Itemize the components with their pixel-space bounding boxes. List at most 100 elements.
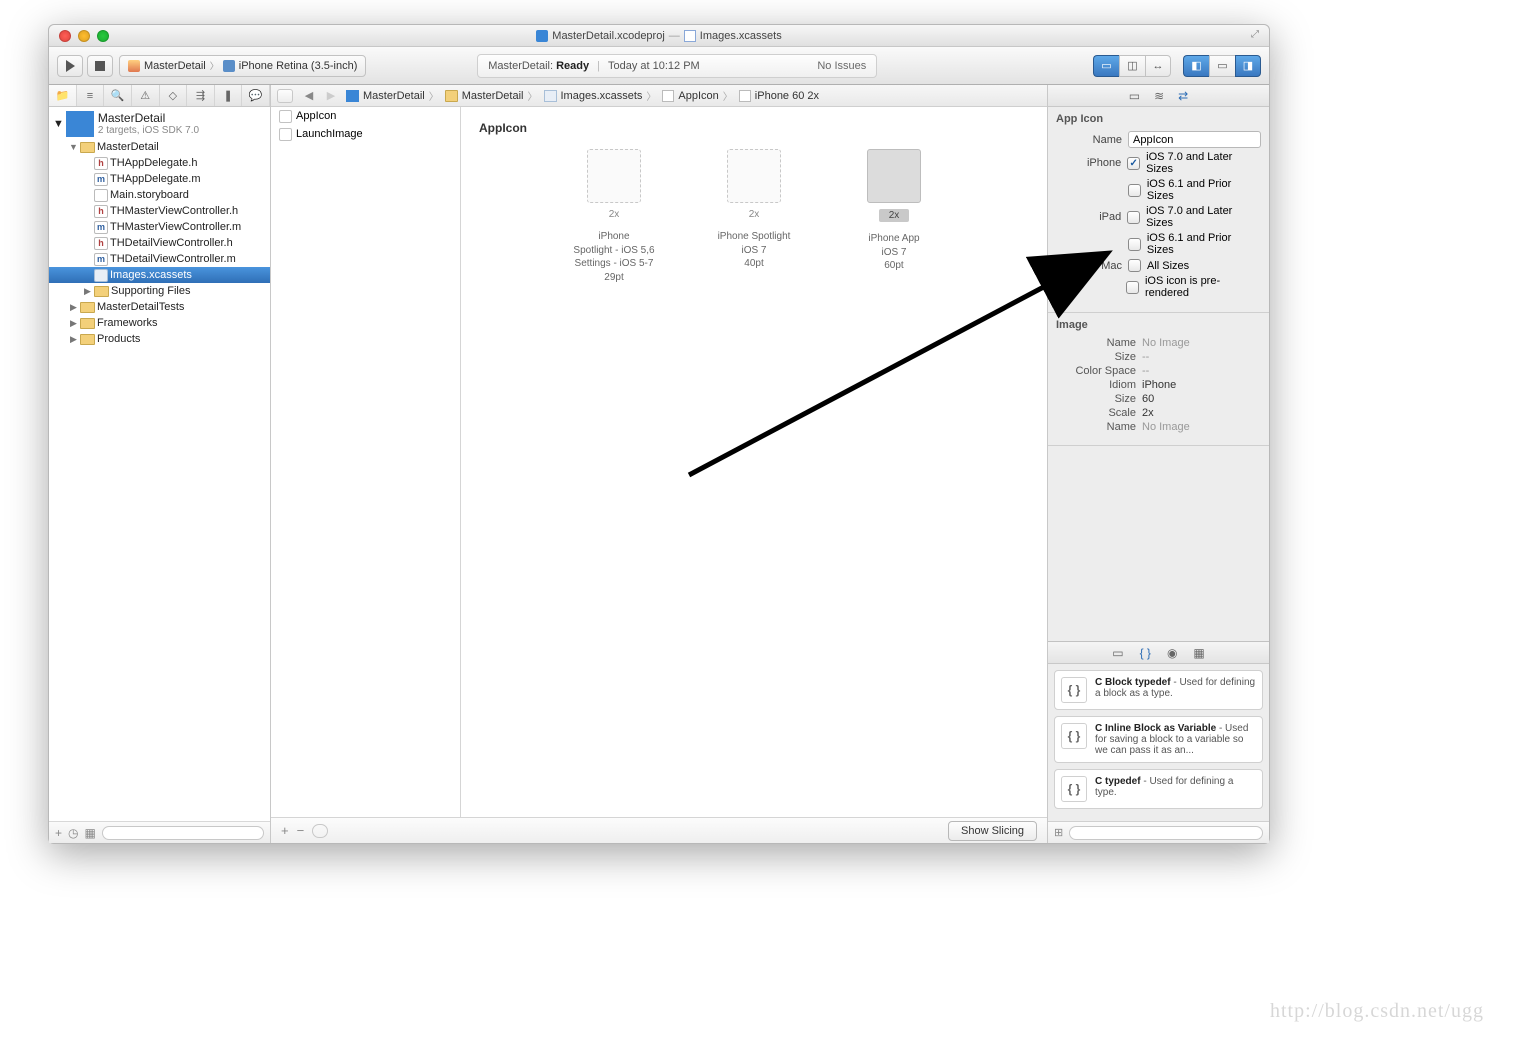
zoom-window-icon[interactable] xyxy=(97,30,109,42)
tree-row[interactable]: ▼MasterDetail xyxy=(49,139,270,155)
mac-allsizes-checkbox[interactable] xyxy=(1128,259,1141,272)
name-field[interactable] xyxy=(1128,131,1261,148)
symbol-navigator-tab[interactable]: ≡ xyxy=(77,85,105,106)
library-filter-field[interactable] xyxy=(1069,826,1263,840)
object-library-tab[interactable]: ◉ xyxy=(1167,646,1177,660)
show-slicing-button[interactable]: Show Slicing xyxy=(948,821,1037,841)
file-inspector-tab[interactable]: ▭ xyxy=(1129,89,1140,103)
disclosure-triangle-icon[interactable]: ▶ xyxy=(83,286,92,297)
image-well[interactable] xyxy=(727,149,781,203)
test-navigator-tab[interactable]: ◇ xyxy=(160,85,188,106)
prerendered-checkbox[interactable] xyxy=(1126,281,1139,294)
jumpbar-item[interactable]: MasterDetail〉 xyxy=(442,88,541,103)
find-navigator-tab[interactable]: 🔍 xyxy=(104,85,132,106)
tree-row[interactable]: mTHAppDelegate.m xyxy=(49,171,270,187)
toggle-debug-button[interactable]: ▭ xyxy=(1209,55,1235,77)
iphone-ios7-checkbox[interactable] xyxy=(1127,157,1140,170)
tree-row[interactable]: hTHAppDelegate.h xyxy=(49,155,270,171)
snippet-item[interactable]: { }C Block typedef - Used for defining a… xyxy=(1054,670,1263,710)
add-asset-icon[interactable]: + xyxy=(281,823,289,838)
box-icon xyxy=(662,90,674,102)
tree-row[interactable]: Main.storyboard xyxy=(49,187,270,203)
back-button[interactable]: ◀ xyxy=(299,89,319,102)
tree-row[interactable]: Images.xcassets xyxy=(49,267,270,283)
jumpbar-item[interactable]: AppIcon〉 xyxy=(659,88,735,103)
quick-help-tab[interactable]: ≋ xyxy=(1154,89,1164,103)
ipad-ios7-checkbox[interactable] xyxy=(1127,211,1140,224)
close-window-icon[interactable] xyxy=(59,30,71,42)
remove-asset-icon[interactable]: − xyxy=(297,823,305,838)
chevron-right-icon: 〉 xyxy=(210,59,219,72)
jump-bar[interactable]: ◀ ▶ MasterDetail〉MasterDetail〉Images.xca… xyxy=(271,85,1047,107)
jumpbar-item[interactable]: iPhone 60 2x xyxy=(736,90,822,102)
grid-icon[interactable]: ⊞ xyxy=(1054,826,1063,839)
scheme-selector[interactable]: MasterDetail 〉 iPhone Retina (3.5-inch) xyxy=(119,55,366,77)
issue-navigator-tab[interactable]: ⚠ xyxy=(132,85,160,106)
m-icon: m xyxy=(94,173,108,186)
disclosure-triangle-icon[interactable]: ▶ xyxy=(69,334,78,345)
assistant-editor-button[interactable]: ◫ xyxy=(1119,55,1145,77)
file-template-tab[interactable]: ▭ xyxy=(1112,646,1123,660)
report-navigator-tab[interactable]: 💬 xyxy=(242,85,270,106)
related-items-button[interactable] xyxy=(277,89,293,103)
tree-row[interactable]: ▶Products xyxy=(49,331,270,347)
image-well[interactable] xyxy=(867,149,921,203)
toggle-navigator-button[interactable]: ◧ xyxy=(1183,55,1209,77)
tree-row[interactable]: ▶MasterDetailTests xyxy=(49,299,270,315)
appicon-header: App Icon xyxy=(1056,113,1261,125)
filter-asset-field[interactable] xyxy=(312,824,328,838)
run-button[interactable] xyxy=(57,55,83,77)
snippet-text: C Block typedef - Used for defining a bl… xyxy=(1095,677,1256,703)
stop-button[interactable] xyxy=(87,55,113,77)
asset-list-item[interactable]: LaunchImage xyxy=(271,125,460,143)
image-well[interactable] xyxy=(587,149,641,203)
recent-icon[interactable]: ◷ xyxy=(68,826,78,840)
iphone-ios61-checkbox[interactable] xyxy=(1128,184,1141,197)
activity-status: MasterDetail: Ready | Today at 10:12 PM … xyxy=(477,54,877,78)
asset-canvas[interactable]: AppIcon 2xiPhoneSpotlight - iOS 5,6Setti… xyxy=(461,107,1047,817)
tree-row[interactable]: hTHDetailViewController.h xyxy=(49,235,270,251)
tree-row[interactable]: ▶Frameworks xyxy=(49,315,270,331)
disclosure-triangle-icon[interactable]: ▼ xyxy=(69,142,78,152)
disclosure-triangle-icon[interactable]: ▶ xyxy=(69,318,78,329)
tree-row[interactable]: ▶Supporting Files xyxy=(49,283,270,299)
disclosure-triangle-icon[interactable]: ▼ xyxy=(53,118,64,130)
tree-row[interactable]: hTHMasterViewController.h xyxy=(49,203,270,219)
minimize-window-icon[interactable] xyxy=(78,30,90,42)
info-value: 2x xyxy=(1142,407,1154,419)
jumpbar-item[interactable]: MasterDetail〉 xyxy=(343,88,442,103)
toggle-utilities-button[interactable]: ◨ xyxy=(1235,55,1261,77)
snippet-item[interactable]: { }C typedef - Used for defining a type. xyxy=(1054,769,1263,809)
scm-icon[interactable]: ▦ xyxy=(85,826,96,840)
jumpbar-label: MasterDetail xyxy=(363,90,425,102)
filter-field[interactable] xyxy=(102,826,264,840)
icon-slot[interactable]: 2xiPhone SpotlightiOS 740pt xyxy=(704,149,804,284)
breakpoint-navigator-tab[interactable]: ❚ xyxy=(215,85,243,106)
disclosure-triangle-icon[interactable]: ▶ xyxy=(69,302,78,313)
folder-icon xyxy=(80,302,95,313)
forward-button[interactable]: ▶ xyxy=(321,89,341,102)
scale-label: 2x xyxy=(749,209,760,220)
tree-item-label: THMasterViewController.m xyxy=(110,221,241,233)
version-editor-button[interactable]: ↔ xyxy=(1145,55,1171,77)
snippet-list[interactable]: { }C Block typedef - Used for defining a… xyxy=(1048,664,1269,821)
ipad-ios61-checkbox[interactable] xyxy=(1128,238,1141,251)
tree-row[interactable]: mTHDetailViewController.m xyxy=(49,251,270,267)
icon-slot[interactable]: 2xiPhone AppiOS 760pt xyxy=(844,149,944,284)
asset-list-item[interactable]: AppIcon xyxy=(271,107,460,125)
standard-editor-button[interactable]: ▭ xyxy=(1093,55,1119,77)
icon-slot[interactable]: 2xiPhoneSpotlight - iOS 5,6Settings - iO… xyxy=(564,149,664,284)
code-snippet-tab[interactable]: { } xyxy=(1140,646,1151,660)
fullscreen-icon[interactable]: ⤢ xyxy=(1251,29,1263,41)
project-navigator-tab[interactable]: 📁 xyxy=(49,85,77,106)
media-library-tab[interactable]: ▦ xyxy=(1193,646,1204,660)
add-icon[interactable]: + xyxy=(55,826,62,840)
project-tree[interactable]: ▼ MasterDetail 2 targets, iOS SDK 7.0 ▼M… xyxy=(49,107,270,821)
tree-row[interactable]: mTHMasterViewController.m xyxy=(49,219,270,235)
snippet-item[interactable]: { }C Inline Block as Variable - Used for… xyxy=(1054,716,1263,763)
project-root[interactable]: ▼ MasterDetail 2 targets, iOS SDK 7.0 xyxy=(49,109,270,139)
attributes-inspector-tab[interactable]: ⇄ xyxy=(1178,89,1188,103)
debug-navigator-tab[interactable]: ⇶ xyxy=(187,85,215,106)
asset-list[interactable]: AppIconLaunchImage xyxy=(271,107,461,817)
jumpbar-item[interactable]: Images.xcassets〉 xyxy=(541,88,660,103)
